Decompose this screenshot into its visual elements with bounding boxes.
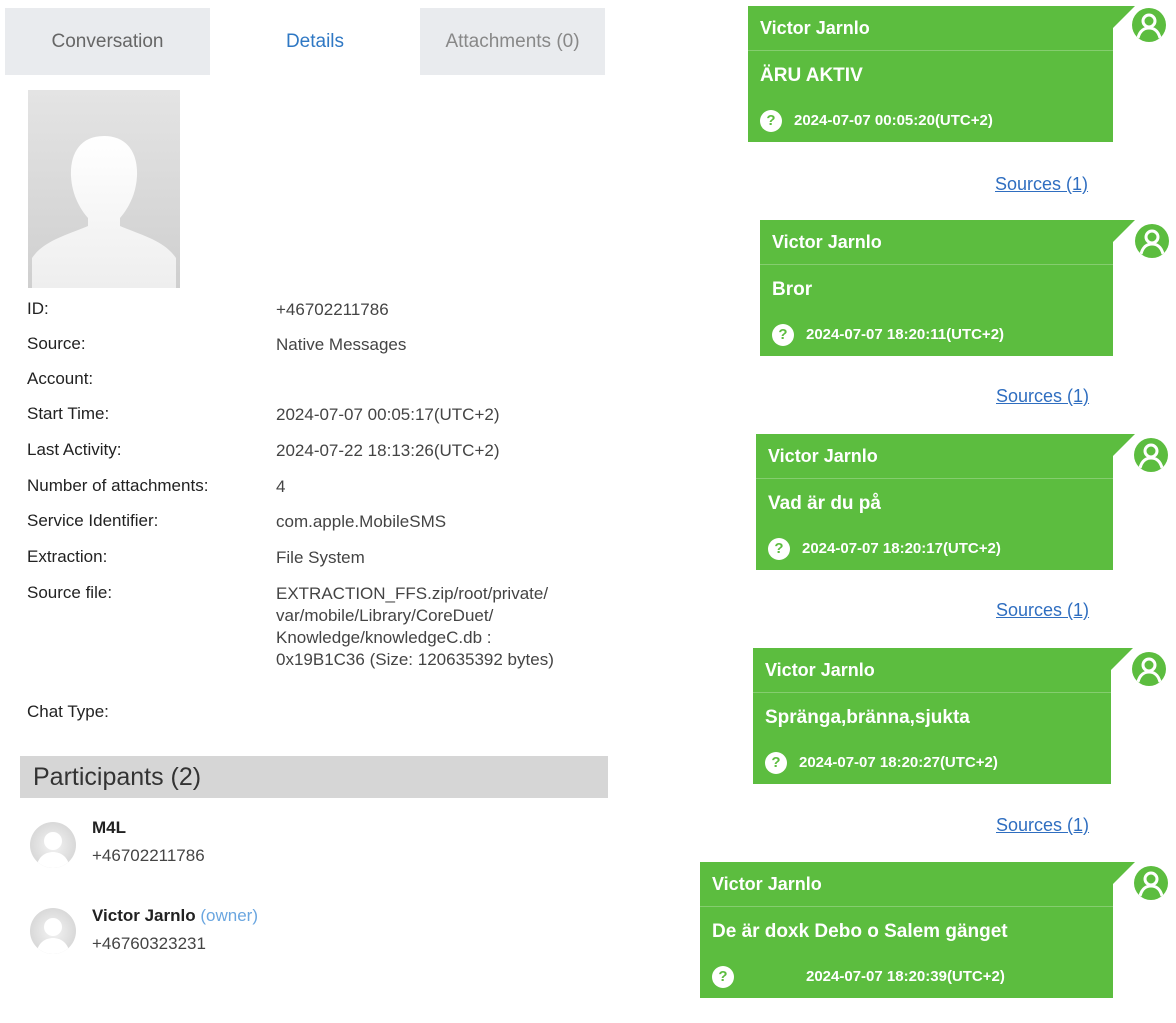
message-sender: Victor Jarnlo — [768, 446, 878, 466]
message-sender: Victor Jarnlo — [712, 874, 822, 894]
source-file-line: var/mobile/Library/CoreDuet/ — [276, 606, 494, 625]
source-file-label: Source file: — [27, 583, 113, 602]
message-text: Bror — [760, 264, 1113, 314]
help-icon[interactable]: ? — [772, 324, 794, 346]
sources-link[interactable]: Sources (1) — [996, 815, 1089, 836]
extraction-value: File System — [276, 548, 365, 567]
start-time-label: Start Time: — [27, 404, 110, 423]
participant-name: Victor Jarnlo (owner) — [92, 906, 258, 926]
message-bubble[interactable]: Victor Jarnlo Vad är du på ? 2024-07-07 … — [756, 434, 1135, 570]
message-timestamp: 2024-07-07 18:20:39(UTC+2) — [806, 968, 1005, 985]
message-text: Vad är du på — [756, 478, 1113, 528]
message-bubble[interactable]: Victor Jarnlo Bror ? 2024-07-07 18:20:11… — [760, 220, 1135, 356]
message-sender: Victor Jarnlo — [760, 18, 870, 38]
tab-attachments[interactable]: Attachments (0) — [420, 8, 605, 75]
id-label: ID: — [27, 299, 49, 318]
source-file-line: EXTRACTION_FFS.zip/root/private/ — [276, 584, 549, 603]
message-timestamp: 2024-07-07 18:20:27(UTC+2) — [799, 754, 998, 771]
account-label: Account: — [27, 369, 94, 388]
tab-conversation[interactable]: Conversation — [5, 8, 210, 75]
service-identifier-value: com.apple.MobileSMS — [276, 512, 447, 531]
source-label: Source: — [27, 334, 86, 353]
start-time-value: 2024-07-07 00:05:17(UTC+2) — [276, 405, 500, 424]
avatar — [30, 908, 76, 954]
id-value: +46702211786 — [276, 300, 389, 319]
message-text: De är doxk Debo o Salem gänget — [700, 906, 1113, 956]
help-icon[interactable]: ? — [760, 110, 782, 132]
user-icon — [1135, 224, 1169, 258]
message-footer: ? 2024-07-07 18:20:39(UTC+2) — [700, 956, 1113, 998]
help-icon[interactable]: ? — [768, 538, 790, 560]
message-bubble[interactable]: Victor Jarnlo ÄRU AKTIV ? 2024-07-07 00:… — [748, 6, 1135, 142]
bubble-tail — [1113, 220, 1135, 242]
attachments-count-label: Number of attachments: — [27, 476, 209, 495]
chat-type-label: Chat Type: — [27, 702, 109, 721]
person-icon — [36, 832, 70, 868]
tab-bar: Conversation Details Attachments (0) — [5, 8, 605, 75]
bubble-tail — [1111, 648, 1133, 670]
avatar — [30, 822, 76, 868]
contact-photo-placeholder — [28, 90, 180, 288]
message-text: Spränga,bränna,sjukta — [753, 692, 1111, 742]
service-identifier-label: Service Identifier: — [27, 511, 159, 530]
message-thread: Victor Jarnlo ÄRU AKTIV ? 2024-07-07 00:… — [608, 0, 1176, 1023]
sources-link[interactable]: Sources (1) — [995, 174, 1088, 195]
person-icon — [36, 918, 70, 954]
person-silhouette-icon — [32, 136, 176, 288]
message-footer: ? 2024-07-07 00:05:20(UTC+2) — [748, 100, 1113, 142]
help-icon[interactable]: ? — [765, 752, 787, 774]
message-bubble[interactable]: Victor Jarnlo Spränga,bränna,sjukta ? 20… — [753, 648, 1133, 784]
message-footer: ? 2024-07-07 18:20:17(UTC+2) — [756, 528, 1113, 570]
participant-phone: +46702211786 — [92, 846, 205, 865]
participants-header: Participants (2) — [20, 756, 608, 798]
sources-link[interactable]: Sources (1) — [996, 386, 1089, 407]
owner-tag: (owner) — [200, 906, 258, 925]
source-value: Native Messages — [276, 335, 407, 354]
bubble-tail — [1113, 434, 1135, 456]
conversation-details-panel: Conversation Details Attachments (0) ID:… — [0, 0, 608, 1023]
user-icon — [1132, 8, 1166, 42]
message-timestamp: 2024-07-07 18:20:11(UTC+2) — [806, 326, 1005, 343]
extraction-label: Extraction: — [27, 547, 108, 566]
message-text: ÄRU AKTIV — [748, 50, 1113, 100]
participant-name-text: Victor Jarnlo — [92, 906, 196, 925]
tab-details[interactable]: Details — [210, 8, 420, 75]
message-footer: ? 2024-07-07 18:20:11(UTC+2) — [760, 314, 1113, 356]
message-footer: ? 2024-07-07 18:20:27(UTC+2) — [753, 742, 1111, 784]
participant-phone: +46760323231 — [92, 934, 206, 953]
help-icon[interactable]: ? — [712, 966, 734, 988]
sources-link[interactable]: Sources (1) — [996, 600, 1089, 621]
bubble-tail — [1113, 862, 1135, 884]
user-icon — [1134, 438, 1168, 472]
user-icon — [1134, 866, 1168, 900]
source-file-line: 0x19B1C36 (Size: 120635392 bytes) — [276, 650, 554, 669]
message-timestamp: 2024-07-07 00:05:20(UTC+2) — [794, 112, 993, 129]
last-activity-label: Last Activity: — [27, 440, 122, 459]
attachments-count-value: 4 — [276, 477, 286, 496]
message-timestamp: 2024-07-07 18:20:17(UTC+2) — [802, 540, 1001, 557]
participant-name: M4L — [92, 818, 126, 837]
source-file-value: EXTRACTION_FFS.zip/root/private/ var/mob… — [276, 583, 554, 671]
source-file-line: Knowledge/knowledgeC.db : — [276, 628, 492, 647]
message-bubble[interactable]: Victor Jarnlo De är doxk Debo o Salem gä… — [700, 862, 1135, 998]
last-activity-value: 2024-07-22 18:13:26(UTC+2) — [276, 441, 500, 460]
message-sender: Victor Jarnlo — [765, 660, 875, 680]
user-icon — [1132, 652, 1166, 686]
message-sender: Victor Jarnlo — [772, 232, 882, 252]
